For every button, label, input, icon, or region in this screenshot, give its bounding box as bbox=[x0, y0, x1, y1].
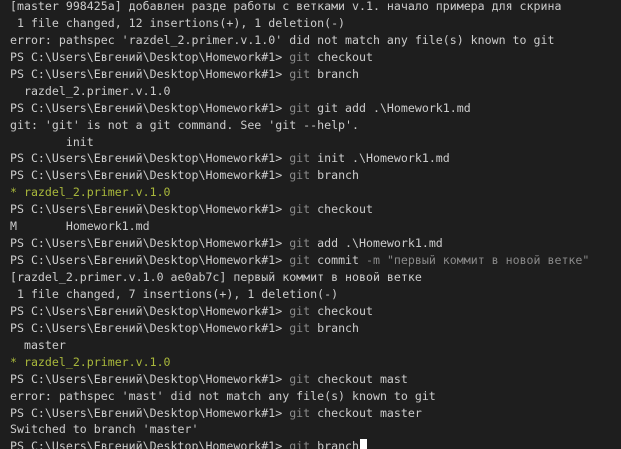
terminal-line: PS C:\Users\Евгений\Desktop\Homework#1> … bbox=[10, 150, 589, 167]
terminal-line: PS C:\Users\Евгений\Desktop\Homework#1> … bbox=[10, 303, 589, 320]
terminal-text-segment: PS C:\Users\Евгений\Desktop\Homework#1> bbox=[10, 253, 290, 268]
terminal-text-segment: add .\Homework1.md bbox=[310, 236, 443, 251]
terminal-line: PS C:\Users\Евгений\Desktop\Homework#1> … bbox=[10, 201, 589, 218]
terminal-text-segment: PS C:\Users\Евгений\Desktop\Homework#1> bbox=[10, 320, 290, 335]
terminal-line: PS C:\Users\Евгений\Desktop\Homework#1> … bbox=[10, 167, 589, 184]
terminal-line: PS C:\Users\Евгений\Desktop\Homework#1> … bbox=[10, 66, 589, 83]
terminal-text-segment: git bbox=[289, 439, 311, 449]
terminal-window[interactable]: [master 998425a] добавлен разде работы с… bbox=[0, 0, 621, 449]
terminal-line: [razdel_2.primer.v.1.0 ae0ab7c] первый к… bbox=[10, 269, 589, 286]
terminal-text-segment: git add .\Homework1.md bbox=[310, 100, 471, 115]
terminal-text-segment: git bbox=[289, 303, 311, 318]
terminal-text-segment: PS C:\Users\Евгений\Desktop\Homework#1> bbox=[10, 303, 290, 318]
terminal-text-segment: checkout bbox=[310, 303, 373, 318]
terminal-text-segment: M Homework1.md bbox=[10, 219, 150, 234]
terminal-text-segment: branch bbox=[310, 66, 360, 81]
terminal-line: 1 file changed, 7 insertions(+), 1 delet… bbox=[10, 286, 589, 303]
terminal-line: init bbox=[10, 134, 589, 151]
terminal-text-segment: init bbox=[10, 134, 94, 149]
terminal-text-segment: checkout mast bbox=[310, 371, 408, 386]
terminal-text-segment: PS C:\Users\Евгений\Desktop\Homework#1> bbox=[10, 405, 290, 420]
terminal-text-segment: git bbox=[289, 100, 311, 115]
terminal-line: PS C:\Users\Евгений\Desktop\Homework#1> … bbox=[10, 320, 589, 337]
terminal-line: git: 'git' is not a git command. See 'gi… bbox=[10, 117, 589, 134]
terminal-line: PS C:\Users\Евгений\Desktop\Homework#1> … bbox=[10, 49, 589, 66]
terminal-line: 1 file changed, 12 insertions(+), 1 dele… bbox=[10, 15, 589, 32]
terminal-text-segment: git bbox=[289, 202, 311, 217]
terminal-text-segment: PS C:\Users\Евгений\Desktop\Homework#1> bbox=[10, 168, 290, 183]
terminal-text-segment: git bbox=[289, 371, 311, 386]
terminal-text-segment: PS C:\Users\Евгений\Desktop\Homework#1> bbox=[10, 439, 290, 449]
terminal-line: PS C:\Users\Евгений\Desktop\Homework#1> … bbox=[10, 235, 589, 252]
terminal-text-segment: PS C:\Users\Евгений\Desktop\Homework#1> bbox=[10, 100, 290, 115]
terminal-text-segment: git bbox=[289, 320, 311, 335]
terminal-line: razdel_2.primer.v.1.0 bbox=[10, 83, 589, 100]
terminal-line: [master 998425a] добавлен разде работы с… bbox=[10, 0, 589, 15]
terminal-text-segment: error: pathspec 'mast' did not match any… bbox=[10, 388, 436, 403]
terminal-line: * razdel_2.primer.v.1.0 bbox=[10, 354, 589, 371]
text-cursor bbox=[360, 439, 368, 449]
terminal-text-segment: git bbox=[289, 253, 311, 268]
terminal-text-segment: PS C:\Users\Евгений\Desktop\Homework#1> bbox=[10, 151, 290, 166]
terminal-line: PS C:\Users\Евгений\Desktop\Homework#1> … bbox=[10, 405, 589, 422]
terminal-text-segment: Switched to branch 'master' bbox=[10, 422, 199, 437]
terminal-output: [master 998425a] добавлен разде работы с… bbox=[10, 0, 589, 449]
terminal-text-segment: * razdel_2.primer.v.1.0 bbox=[10, 354, 171, 369]
terminal-text-segment: [razdel_2.primer.v.1.0 ae0ab7c] первый к… bbox=[10, 270, 422, 284]
terminal-text-segment: commit bbox=[310, 253, 366, 268]
terminal-text-segment: PS C:\Users\Евгений\Desktop\Homework#1> bbox=[10, 66, 290, 81]
terminal-line: error: pathspec 'mast' did not match any… bbox=[10, 388, 589, 405]
terminal-text-segment: PS C:\Users\Евгений\Desktop\Homework#1> bbox=[10, 236, 290, 251]
terminal-text-segment: checkout bbox=[310, 202, 373, 217]
terminal-text-segment: master bbox=[10, 337, 66, 352]
terminal-text-segment: [master 998425a] добавлен разде работы с… bbox=[10, 0, 562, 13]
terminal-text-segment: PS C:\Users\Евгений\Desktop\Homework#1> bbox=[10, 49, 290, 64]
terminal-text-segment: PS C:\Users\Евгений\Desktop\Homework#1> bbox=[10, 202, 290, 217]
terminal-line: PS C:\Users\Евгений\Desktop\Homework#1> … bbox=[10, 371, 589, 388]
terminal-text-segment: git: 'git' is not a git command. See 'gi… bbox=[10, 117, 360, 132]
terminal-text-segment: 1 file changed, 12 insertions(+), 1 dele… bbox=[10, 15, 346, 30]
terminal-line: M Homework1.md bbox=[10, 218, 589, 235]
terminal-line: PS C:\Users\Евгений\Desktop\Homework#1> … bbox=[10, 100, 589, 117]
terminal-text-segment: checkout bbox=[310, 49, 373, 64]
terminal-text-segment: git bbox=[289, 168, 311, 183]
terminal-line: error: pathspec 'razdel_2.primer.v.1.0' … bbox=[10, 32, 589, 49]
terminal-text-segment: checkout master bbox=[310, 405, 422, 420]
terminal-line: * razdel_2.primer.v.1.0 bbox=[10, 184, 589, 201]
terminal-text-segment: branch bbox=[310, 168, 360, 183]
terminal-text-segment: -m bbox=[366, 253, 380, 268]
terminal-text-segment: razdel_2.primer.v.1.0 bbox=[10, 83, 171, 98]
terminal-text-segment: "первый коммит в новой ветке" bbox=[379, 253, 590, 268]
terminal-text-segment: PS C:\Users\Евгений\Desktop\Homework#1> bbox=[10, 371, 290, 386]
terminal-text-segment: git bbox=[289, 66, 311, 81]
terminal-line: master bbox=[10, 337, 589, 354]
terminal-text-segment: git bbox=[289, 151, 311, 166]
terminal-text-segment: 1 file changed, 7 insertions(+), 1 delet… bbox=[10, 286, 339, 301]
terminal-text-segment: init .\Homework1.md bbox=[310, 151, 450, 166]
terminal-text-segment: git bbox=[289, 236, 311, 251]
terminal-text-segment: branch bbox=[310, 320, 360, 335]
terminal-text-segment: error: pathspec 'razdel_2.primer.v.1.0' … bbox=[10, 32, 555, 47]
terminal-line: PS C:\Users\Евгений\Desktop\Homework#1> … bbox=[10, 438, 589, 449]
terminal-line: Switched to branch 'master' bbox=[10, 421, 589, 438]
terminal-text-segment: git bbox=[289, 49, 311, 64]
terminal-line: PS C:\Users\Евгений\Desktop\Homework#1> … bbox=[10, 252, 589, 269]
terminal-text-segment: branch bbox=[310, 439, 360, 449]
terminal-text-segment: git bbox=[289, 405, 311, 420]
terminal-text-segment: * razdel_2.primer.v.1.0 bbox=[10, 185, 171, 200]
